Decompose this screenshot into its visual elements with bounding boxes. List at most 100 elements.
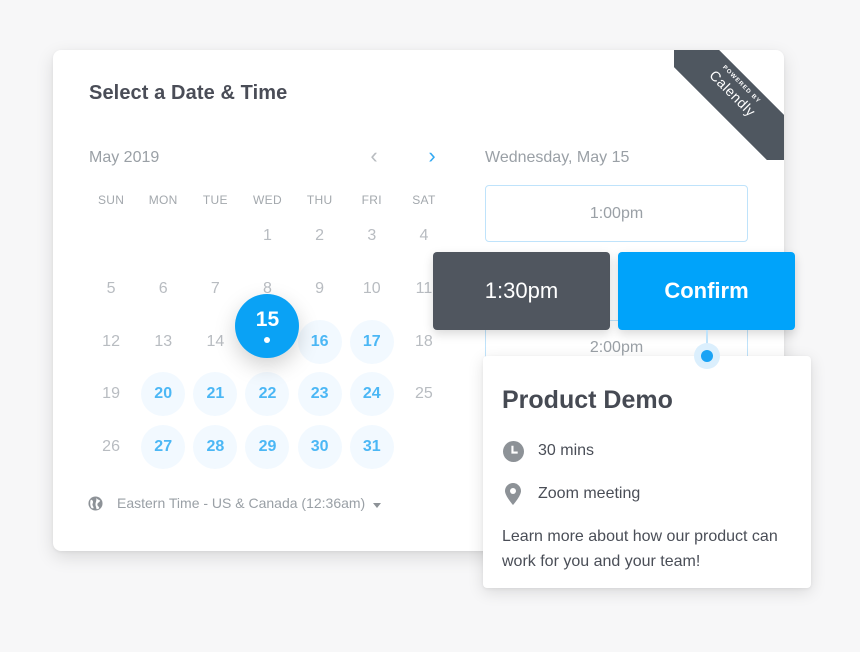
caret-down-icon bbox=[373, 502, 382, 508]
confirm-button[interactable]: Confirm bbox=[618, 252, 795, 330]
location-label: Zoom meeting bbox=[538, 485, 641, 502]
weekday-label: TUE bbox=[202, 193, 228, 207]
globe-icon bbox=[88, 495, 103, 511]
calendar-day-available[interactable]: 22 bbox=[245, 372, 290, 417]
today-dot bbox=[264, 337, 271, 344]
weekday-label: SAT bbox=[412, 193, 436, 207]
calendar-cell: 14 bbox=[189, 316, 241, 368]
calendar-day-unavailable: 26 bbox=[102, 438, 120, 456]
calendar-day-unavailable: 14 bbox=[206, 332, 225, 350]
brand-name: Calendly bbox=[706, 66, 760, 120]
calendar-day-available[interactable]: 30 bbox=[297, 425, 342, 470]
location-pin-icon bbox=[502, 483, 524, 505]
calendar-day-unavailable: 5 bbox=[106, 280, 116, 298]
calendar-cell: 3 bbox=[346, 210, 398, 262]
calendar-cell: 1 bbox=[241, 210, 293, 262]
calendar-cell bbox=[137, 210, 189, 262]
calendar-day-available[interactable]: 20 bbox=[141, 372, 186, 417]
chevron-right-icon[interactable]: › bbox=[422, 144, 442, 168]
chevron-left-icon[interactable]: ‹ bbox=[364, 144, 384, 168]
calendar-cell: 22 bbox=[241, 368, 293, 420]
weekday-header: SUN MON TUE WED THU FRI SAT bbox=[85, 193, 450, 207]
event-location: Zoom meeting bbox=[502, 483, 640, 505]
event-duration: 30 mins bbox=[502, 440, 594, 462]
selected-time-button[interactable]: 1:30pm bbox=[433, 252, 610, 330]
calendar-cell: 16 bbox=[294, 316, 346, 368]
timezone-label: Eastern Time - US & Canada (12:36am) bbox=[117, 495, 366, 511]
calendar-cell: 7 bbox=[189, 263, 241, 315]
calendar-cell: 21 bbox=[189, 368, 241, 420]
month-label: May 2019 bbox=[89, 149, 160, 166]
calendar-day-unavailable: 7 bbox=[210, 280, 220, 298]
selected-date-heading: Wednesday, May 15 bbox=[485, 149, 630, 166]
popover-anchor-dot bbox=[701, 350, 713, 362]
calendar-cell: 17 bbox=[346, 316, 398, 368]
calendar-cell: 15 bbox=[235, 293, 300, 368]
calendar-week-row: 19 20 21 22 23 24 25 bbox=[85, 368, 450, 421]
calendar-day-available[interactable]: 24 bbox=[349, 372, 394, 417]
event-details-popover: Product Demo 30 mins Zoom meeting Learn … bbox=[483, 356, 811, 588]
calendar-cell: 2 bbox=[294, 210, 346, 262]
calendar-day-unavailable: 3 bbox=[367, 227, 377, 245]
calendar-cell: 9 bbox=[294, 263, 346, 315]
calendar-cell: 5 bbox=[85, 263, 137, 315]
calendar-day-unavailable: 10 bbox=[362, 280, 381, 298]
event-title: Product Demo bbox=[502, 386, 673, 414]
calendar-cell: 20 bbox=[137, 368, 189, 420]
calendar-week-row: 12 13 14 15 16 17 18 bbox=[85, 293, 450, 368]
calendar-day-unavailable: 4 bbox=[419, 227, 429, 245]
calendar-cell: 30 bbox=[294, 421, 346, 473]
calendar-day-available[interactable]: 23 bbox=[297, 372, 342, 417]
calendar-cell: 19 bbox=[85, 368, 137, 420]
timezone-selector[interactable]: Eastern Time - US & Canada (12:36am) bbox=[88, 495, 382, 511]
clock-icon bbox=[502, 440, 524, 462]
calendar-day-available[interactable]: 27 bbox=[141, 425, 186, 470]
event-description: Learn more about how our product can wor… bbox=[502, 528, 778, 570]
weekday-label: MON bbox=[148, 193, 178, 207]
calendar-day-unavailable: 6 bbox=[158, 280, 168, 298]
calendar-day-available[interactable]: 29 bbox=[245, 425, 290, 470]
calendar-day-unavailable: 19 bbox=[102, 385, 120, 403]
calendar-cell: 13 bbox=[137, 316, 189, 368]
weekday-label: SUN bbox=[97, 193, 125, 207]
calendar-grid: 1 2 3 4 5 6 7 8 9 10 11 12 13 14 15 16 17 18 19 20 21 22 23 24 2… bbox=[85, 210, 450, 473]
calendar-cell: 29 bbox=[241, 421, 293, 473]
calendar-day-selected[interactable]: 15 bbox=[235, 293, 300, 358]
weekday-label: FRI bbox=[361, 193, 382, 207]
calendar-week-row: 26 27 28 29 30 31 bbox=[85, 421, 450, 474]
calendar-cell: 6 bbox=[137, 263, 189, 315]
calendar-day-unavailable: 12 bbox=[102, 332, 120, 350]
calendar-cell: 24 bbox=[346, 368, 398, 420]
calendar-day-available[interactable]: 31 bbox=[349, 425, 394, 470]
calendar-day-available[interactable]: 21 bbox=[193, 372, 238, 417]
calendar-cell: 27 bbox=[137, 421, 189, 473]
time-slot[interactable]: 1:00pm bbox=[485, 185, 748, 242]
calendar-cell: 26 bbox=[85, 421, 137, 473]
calendar-day-unavailable: 13 bbox=[154, 332, 173, 350]
calendar-cell: 28 bbox=[189, 421, 241, 473]
calendar-day-available[interactable]: 16 bbox=[297, 319, 342, 364]
calendar-week-row: 1 2 3 4 bbox=[85, 210, 450, 263]
calendar-cell: 31 bbox=[346, 421, 398, 473]
powered-by-ribbon[interactable]: POWERED BY Calendly bbox=[674, 50, 784, 160]
calendar-cell: 25 bbox=[398, 368, 450, 420]
calendar-cell bbox=[398, 421, 450, 473]
calendar-cell: 12 bbox=[85, 316, 137, 368]
calendar-day-available[interactable]: 28 bbox=[193, 425, 238, 470]
calendar-day-available[interactable]: 17 bbox=[349, 319, 394, 364]
day-number: 15 bbox=[255, 308, 280, 332]
calendar-cell bbox=[189, 210, 241, 262]
calendar-day-unavailable: 9 bbox=[315, 280, 325, 298]
calendar-cell: 23 bbox=[294, 368, 346, 420]
weekday-label: THU bbox=[306, 193, 333, 207]
calendar-day-unavailable: 2 bbox=[315, 227, 325, 245]
calendar-day-unavailable: 18 bbox=[415, 332, 433, 350]
duration-label: 30 mins bbox=[538, 442, 595, 459]
calendar-day-unavailable: 11 bbox=[415, 280, 433, 298]
page-title: Select a Date & Time bbox=[89, 82, 288, 104]
weekday-label: WED bbox=[253, 193, 282, 207]
calendar-day-unavailable: 25 bbox=[415, 385, 433, 403]
calendar-cell: 10 bbox=[346, 263, 398, 315]
calendar-cell bbox=[85, 210, 137, 262]
calendar-day-unavailable: 1 bbox=[263, 227, 272, 245]
